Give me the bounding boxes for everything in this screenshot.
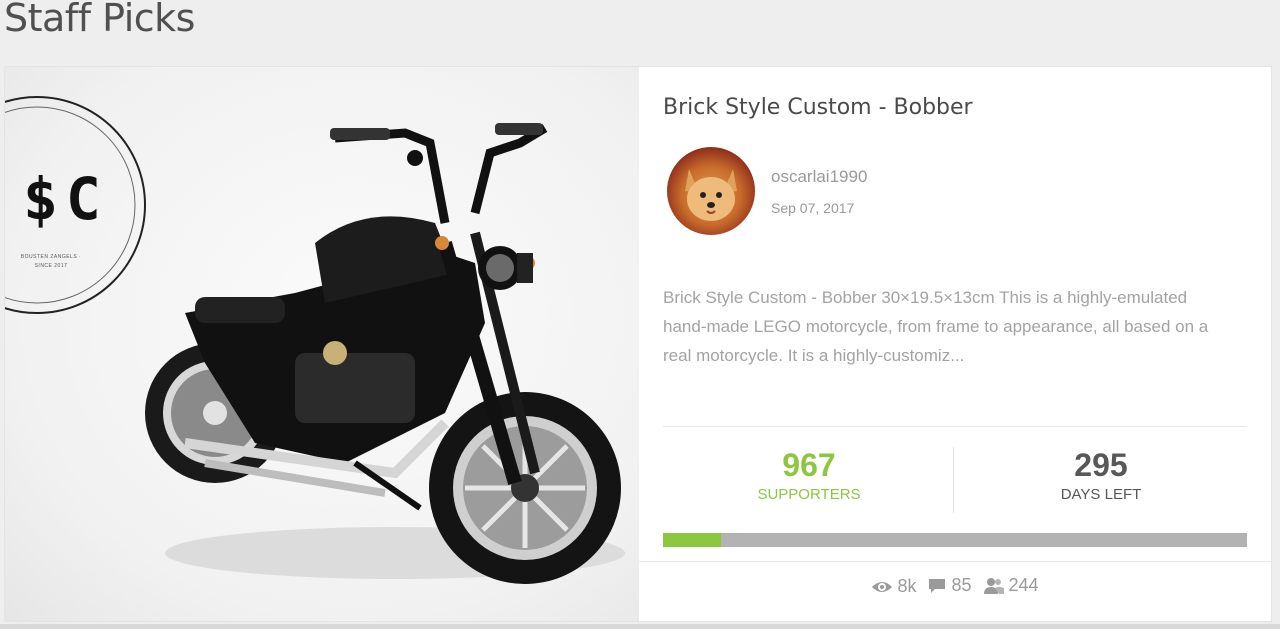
progress-bar <box>663 533 1247 547</box>
stat-divider <box>953 447 954 513</box>
divider <box>639 561 1271 562</box>
progress-fill <box>663 533 722 547</box>
comments-stat: 85 <box>927 575 972 596</box>
comment-icon <box>929 578 946 593</box>
post-date: Sep 07, 2017 <box>771 200 855 216</box>
project-info: Brick Style Custom - Bobber oscarlai1990… <box>639 67 1271 621</box>
project-description: Brick Style Custom - Bobber 30×19.5×13cm… <box>663 288 1209 365</box>
days-left-count: 295 <box>1074 447 1128 483</box>
dog-avatar-image <box>685 169 737 221</box>
project-image[interactable]: $C BOUSTEN ZANGELS · SINCE 2017 <box>5 67 639 621</box>
days-left-label: DAYS LEFT <box>1060 486 1142 503</box>
views-stat: 8k <box>871 576 916 597</box>
followers-stat: 244 <box>983 575 1039 596</box>
supporters-label: SUPPORTERS <box>757 486 861 503</box>
project-title[interactable]: Brick Style Custom - Bobber <box>663 95 973 120</box>
supporters-count: 967 <box>782 447 836 483</box>
supporters-stat: 967 SUPPORTERS <box>663 445 955 505</box>
project-card[interactable]: $C BOUSTEN ZANGELS · SINCE 2017 Brick St… <box>4 66 1272 622</box>
author-username[interactable]: oscarlai1990 <box>771 167 867 187</box>
motorcycle-image <box>145 123 625 584</box>
users-icon <box>983 577 1004 594</box>
brand-logo-subtext: BOUSTEN ZANGELS · SINCE 2017 <box>20 254 82 269</box>
eye-icon <box>872 581 893 592</box>
followers-count: 244 <box>1008 575 1039 595</box>
views-count: 8k <box>897 576 917 596</box>
author-avatar[interactable] <box>667 147 755 235</box>
brand-logo-text: $C <box>23 165 109 233</box>
days-left-stat: 295 DAYS LEFT <box>955 445 1247 505</box>
engagement-stats: 8k 85 244 <box>639 575 1271 600</box>
divider <box>663 426 1247 427</box>
section-title: Staff Picks <box>4 0 195 40</box>
bottom-border <box>0 624 1280 629</box>
comments-count: 85 <box>951 575 972 595</box>
